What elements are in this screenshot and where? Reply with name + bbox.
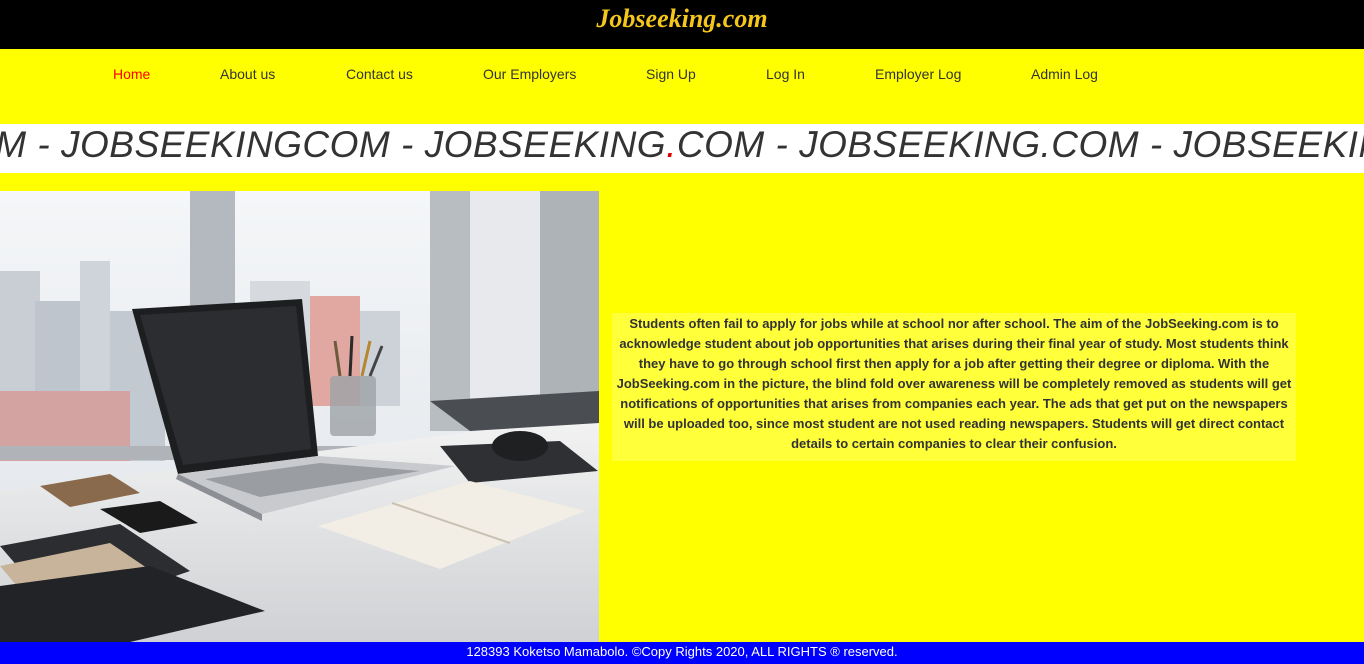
nav-home-link[interactable]: Home <box>113 66 150 82</box>
office-desk-illustration <box>0 191 599 642</box>
nav-about-us-link[interactable]: About us <box>220 66 275 82</box>
marquee-text: OM - JOBSEEKINGCOM - JOBSEEKING.COM - JO… <box>0 124 1364 165</box>
nav-sign-up-link[interactable]: Sign Up <box>646 66 696 82</box>
footer-copyright: 128393 Koketso Mamabolo. ©Copy Rights 20… <box>0 642 1364 664</box>
site-brand: Jobseeking.com <box>596 4 768 33</box>
scrolling-marquee: OM - JOBSEEKINGCOM - JOBSEEKING.COM - JO… <box>0 124 1364 173</box>
top-header: Jobseeking.com <box>0 0 1364 49</box>
about-text-block: Students often fail to apply for jobs wh… <box>612 313 1296 461</box>
nav-log-in-link[interactable]: Log In <box>766 66 805 82</box>
nav-admin-log-link[interactable]: Admin Log <box>1031 66 1098 82</box>
nav-contact-us-link[interactable]: Contact us <box>346 66 413 82</box>
nav-our-employers-link[interactable]: Our Employers <box>483 66 576 82</box>
main-nav: Home About us Contact us Our Employers S… <box>0 49 1364 124</box>
marquee-segment: OM - JOBSEEKINGCOM - JOBSEEKING <box>0 124 667 165</box>
marquee-dot: . <box>666 124 677 165</box>
marquee-segment: COM - JOBSEEKING.COM - JOBSEEKING <box>676 124 1364 165</box>
hero-office-image <box>0 191 599 642</box>
nav-employer-log-link[interactable]: Employer Log <box>875 66 961 82</box>
